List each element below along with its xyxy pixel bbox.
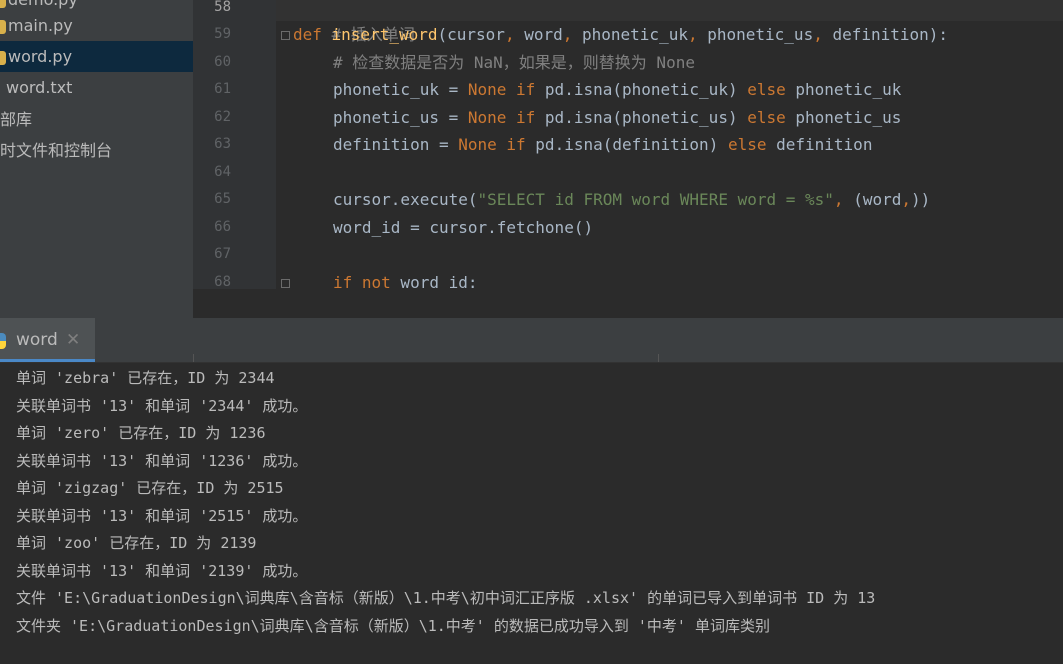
line-number: 68 — [214, 274, 231, 289]
line-number: 60 — [214, 54, 231, 70]
line-number: 63 — [214, 136, 231, 152]
code-line-58: # 插入单词 — [331, 25, 415, 44]
code-line-66: word_id = cursor.fetchone() — [333, 218, 594, 237]
python-file-icon — [0, 50, 6, 65]
code-line-59: def insert_word(cursor, word, phonetic_u… — [293, 25, 949, 44]
tree-item-label: word.txt — [6, 78, 73, 97]
line-number: 58 — [214, 0, 231, 15]
tree-item-label: demo.py — [8, 0, 78, 9]
console-line: 文件 'E:\GraduationDesign\词典库\含音标（新版）\1.中考… — [16, 589, 876, 607]
line-number: 59 — [214, 26, 231, 42]
console-line: 关联单词书 '13' 和单词 '1236' 成功。 — [16, 452, 308, 470]
line-number: 65 — [214, 191, 231, 207]
console-line: 单词 'zebra' 已存在，ID 为 2344 — [16, 369, 275, 387]
console-line: 关联单词书 '13' 和单词 '2515' 成功。 — [16, 507, 308, 525]
console-line: 关联单词书 '13' 和单词 '2139' 成功。 — [16, 562, 308, 580]
line-number: 62 — [214, 109, 231, 125]
run-tab-label: word — [16, 330, 58, 350]
console-line: 单词 'zigzag' 已存在，ID 为 2515 — [16, 479, 284, 497]
fold-marker-icon[interactable] — [281, 279, 290, 288]
console-line: 文件夹 'E:\GraduationDesign\词典库\含音标（新版）\1.中… — [16, 617, 770, 635]
line-number: 61 — [214, 81, 231, 97]
divider-tick — [658, 354, 659, 362]
sidebar-continuation — [0, 289, 193, 318]
console-line: 关联单词书 '13' 和单词 '2344' 成功。 — [16, 397, 308, 415]
project-sidebar: demo.py main.py word.py word.txt 部库 时文件和… — [0, 0, 193, 318]
code-line-60: # 检查数据是否为 NaN，如果是，则替换为 None — [333, 53, 695, 72]
console-line: 单词 'zero' 已存在，ID 为 1236 — [16, 424, 266, 442]
tree-item-word-py[interactable]: word.py — [0, 41, 193, 72]
tree-item-label: 时文件和控制台 — [0, 141, 113, 160]
python-icon — [0, 333, 6, 349]
line-number: 67 — [214, 246, 231, 262]
tree-item-label: 部库 — [0, 110, 33, 129]
tree-item-label: word.py — [8, 47, 73, 66]
console-line: 单词 'zoo' 已存在，ID 为 2139 — [16, 534, 257, 552]
code-editor[interactable]: 58 59 60 61 62 63 64 65 66 67 68 # 插入单词 … — [193, 0, 1063, 289]
tree-item-word-txt[interactable]: word.txt — [0, 72, 193, 103]
line-number: 64 — [214, 164, 231, 180]
line-number: 66 — [214, 219, 231, 235]
fold-marker-icon[interactable] — [281, 31, 290, 40]
code-line-63: definition = None if pd.isna(definition)… — [333, 135, 873, 154]
run-tab-bar: word ✕ — [0, 318, 1063, 363]
code-line-61: phonetic_uk = None if pd.isna(phonetic_u… — [333, 80, 902, 99]
code-line-62: phonetic_us = None if pd.isna(phonetic_u… — [333, 108, 902, 127]
run-tab-word[interactable]: word ✕ — [0, 318, 95, 362]
python-file-icon — [0, 19, 6, 34]
python-file-icon — [0, 0, 6, 8]
panel-divider[interactable] — [0, 289, 1063, 318]
code-line-68: if not word_id: — [333, 273, 478, 289]
active-tab-indicator — [0, 359, 95, 362]
code-line-65: cursor.execute("SELECT id FROM word WHER… — [333, 190, 931, 209]
tree-item-main-py[interactable]: main.py — [0, 10, 193, 41]
tree-item-external-libraries[interactable]: 部库 — [0, 104, 193, 135]
run-console[interactable]: 单词 'zebra' 已存在，ID 为 2344 关联单词书 '13' 和单词 … — [0, 363, 1063, 664]
tree-item-label: main.py — [8, 16, 73, 35]
tree-item-scratches-consoles[interactable]: 时文件和控制台 — [0, 135, 193, 166]
divider-tick — [193, 354, 194, 362]
close-icon[interactable]: ✕ — [66, 330, 80, 350]
